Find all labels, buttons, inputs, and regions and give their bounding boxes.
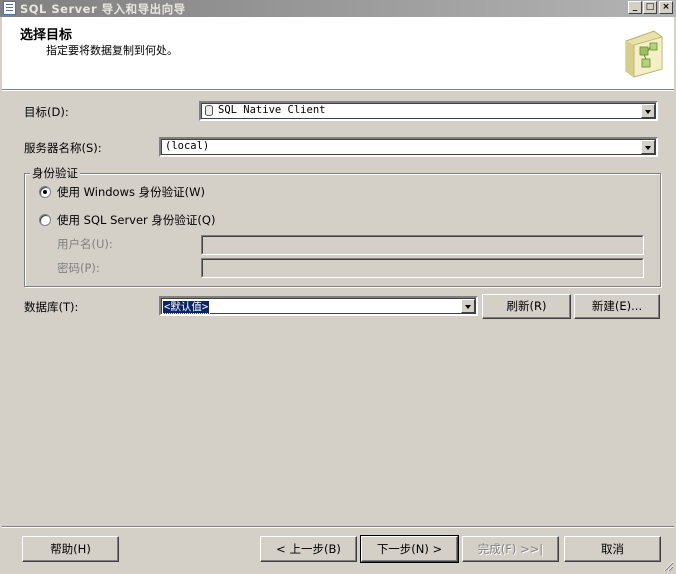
chevron-down-icon[interactable] — [641, 104, 655, 118]
wizard-window: SQL Server 导入和导出向导 _ □ × 选择目标 指定要将数据复制到何… — [0, 0, 676, 574]
finish-button[interactable]: 完成(F) >>| — [462, 536, 559, 562]
page-title: 选择目标 — [20, 28, 73, 43]
username-input — [201, 235, 644, 255]
app-icon — [3, 1, 16, 15]
database-dropdown[interactable]: <默认值> — [159, 296, 478, 316]
title-bar[interactable]: SQL Server 导入和导出向导 _ □ × — [0, 0, 676, 17]
resize-grip-icon[interactable] — [662, 560, 674, 572]
footer-divider — [2, 526, 674, 527]
auth-group-title: 身份验证 — [30, 165, 80, 181]
destination-label: 目标(D): — [24, 105, 69, 119]
refresh-button[interactable]: 刷新(R) — [482, 294, 571, 319]
next-button[interactable]: 下一步(N) > — [360, 535, 459, 563]
destination-value: SQL Native Client — [218, 104, 326, 116]
new-database-button[interactable]: 新建(E)... — [574, 294, 660, 319]
server-value: (local) — [165, 140, 210, 152]
windows-auth-label[interactable]: 使用 Windows 身份验证(W) — [57, 184, 205, 200]
sql-auth-label[interactable]: 使用 SQL Server 身份验证(Q) — [57, 212, 215, 228]
database-icon — [205, 105, 213, 116]
cancel-button[interactable]: 取消 — [564, 536, 661, 562]
close-button[interactable]: × — [659, 1, 673, 14]
minimize-button[interactable]: _ — [628, 1, 642, 14]
window-title: SQL Server 导入和导出向导 — [20, 2, 186, 16]
chevron-down-icon[interactable] — [461, 299, 475, 313]
back-button[interactable]: < 上一步(B) — [260, 536, 357, 562]
chevron-down-icon[interactable] — [641, 140, 655, 154]
database-label: 数据库(T): — [24, 300, 79, 314]
password-label: 密码(P): — [57, 261, 100, 275]
page-subtitle: 指定要将数据复制到何处。 — [46, 44, 178, 57]
header-divider — [2, 90, 674, 91]
password-input — [201, 258, 644, 278]
destination-dropdown[interactable]: SQL Native Client — [199, 101, 658, 121]
sql-auth-radio[interactable] — [39, 214, 51, 226]
windows-auth-radio[interactable] — [39, 186, 51, 198]
username-label: 用户名(U): — [57, 237, 113, 251]
server-dropdown[interactable]: (local) — [159, 137, 658, 157]
wizard-icon — [625, 30, 663, 78]
maximize-button[interactable]: □ — [643, 1, 657, 14]
wizard-header: 选择目标 指定要将数据复制到何处。 — [2, 17, 674, 90]
server-label: 服务器名称(S): — [24, 141, 102, 155]
help-button[interactable]: 帮助(H) — [22, 536, 119, 562]
database-value: <默认值> — [161, 300, 211, 314]
